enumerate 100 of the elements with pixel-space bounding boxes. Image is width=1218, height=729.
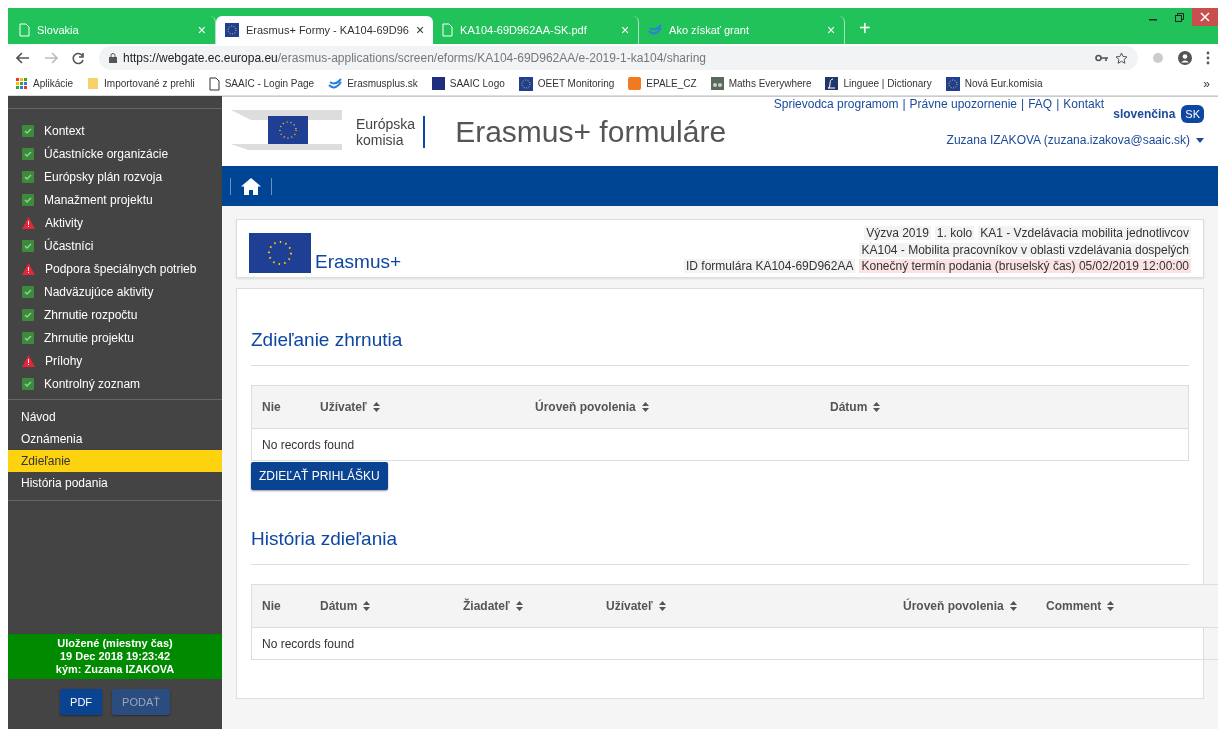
share-button[interactable]: ZDIEĽAŤ PRIHLÁŠKU: [251, 462, 388, 490]
sidebar-link[interactable]: Návod: [8, 406, 222, 428]
column-header: Nie: [262, 599, 282, 613]
address-bar[interactable]: https://webgate.ec.europa.eu/erasmus-applications/screen/eforms/KA104-69D962AA/e-2019-1-ka104/sharing: [99, 46, 1138, 70]
more-bookmarks[interactable]: »: [1203, 76, 1210, 91]
section-link[interactable]: Podpora špeciálnych potrieb: [22, 259, 222, 278]
column-header[interactable]: Dátum: [320, 599, 463, 613]
column-header: Nie: [262, 400, 282, 414]
section-link[interactable]: Zhrnutie projektu: [22, 328, 222, 347]
app-title: Erasmus+ formuláre: [455, 114, 727, 149]
sidebar-link[interactable]: Zdieľanie: [8, 450, 222, 472]
column-header[interactable]: Žiadateľ: [463, 599, 606, 613]
flag-icon: [249, 233, 311, 273]
top-link[interactable]: Kontakt: [1063, 97, 1104, 111]
apps-icon: [16, 77, 28, 90]
back-icon[interactable]: [16, 52, 30, 64]
separator: |: [1021, 97, 1025, 111]
sidebar-link[interactable]: Oznámenia: [8, 428, 222, 450]
key-icon[interactable]: [1095, 54, 1109, 62]
section-link[interactable]: Kontrolný zoznam: [22, 374, 222, 393]
home-icon[interactable]: [230, 177, 272, 195]
section-link[interactable]: Kontext: [22, 121, 222, 140]
document-icon: [208, 76, 220, 91]
section-link[interactable]: Účastníci: [22, 236, 222, 255]
saved-status: Uložené (miestny čas) 19 Dec 2018 19:23:42 kým: Zuzana IZAKOVA: [8, 634, 222, 679]
language-label[interactable]: slovenčina: [1113, 107, 1176, 121]
account-icon[interactable]: [1178, 51, 1192, 65]
square-icon: [431, 77, 445, 90]
check-icon: [22, 193, 34, 206]
document-icon: [442, 23, 454, 37]
bookmark[interactable]: Aplikácie: [16, 77, 74, 90]
column-header[interactable]: Úroveň povolenia: [903, 599, 1046, 613]
separator: |: [1056, 97, 1060, 111]
form-info-text: KA104 - Mobilita pracovníkov v oblasti vzdelávania dospelých: [859, 242, 1191, 257]
check-icon: [22, 170, 34, 183]
top-link[interactable]: Sprievodca programom: [773, 97, 899, 111]
column-header[interactable]: Dátum: [830, 400, 1030, 414]
swoosh-icon: [648, 23, 663, 37]
top-link[interactable]: FAQ: [1028, 97, 1053, 111]
script-l-icon: [825, 77, 839, 90]
check-icon: [22, 147, 34, 160]
column-header[interactable]: Úroveň povolenia: [535, 400, 830, 414]
column-header[interactable]: Comment: [1046, 599, 1176, 613]
menu-icon[interactable]: [1206, 51, 1210, 65]
section-link[interactable]: Európsky plán rozvoja: [22, 167, 222, 186]
document-icon: [19, 23, 30, 37]
bookmark[interactable]: SAAIC Logo: [431, 77, 505, 90]
close-window-icon[interactable]: [1192, 8, 1218, 26]
warning-icon: [22, 354, 35, 367]
form-info-text: KA1 - Vzdelávacia mobilita jednotlivcov: [978, 226, 1191, 241]
section-link[interactable]: Účastnícke organizácie: [22, 144, 222, 163]
reload-icon[interactable]: [72, 51, 85, 65]
column-header[interactable]: Užívateľ: [320, 400, 535, 414]
check-icon: [22, 239, 34, 252]
check-icon: [22, 124, 34, 137]
bookmark[interactable]: Linguee | Dictionary: [825, 77, 932, 90]
section-title: História zdieľania: [251, 528, 1189, 565]
star-icon[interactable]: [1115, 51, 1128, 65]
bookmark[interactable]: OEET Monitoring: [518, 76, 615, 91]
sidebar-button[interactable]: PDF: [60, 689, 103, 715]
section-link[interactable]: Zhrnutie rozpočtu: [22, 305, 222, 324]
lock-icon: [109, 53, 117, 63]
flag-icon: [225, 23, 239, 37]
bookmark[interactable]: SAAIC - Login Page: [208, 76, 315, 91]
bookmark[interactable]: Nová Eur.komisia: [945, 76, 1043, 91]
column-header[interactable]: Užívateľ: [606, 599, 903, 613]
flag-icon: [518, 76, 533, 91]
close-icon[interactable]: ×: [415, 22, 425, 38]
brand-name: Erasmus+: [315, 251, 402, 273]
form-info-text: ID formulára KA104-69D962AA: [684, 259, 856, 273]
section-link[interactable]: Prílohy: [22, 351, 222, 370]
sidebar-link[interactable]: História podania: [8, 472, 222, 494]
separator: |: [902, 97, 906, 111]
swoosh-icon: [328, 76, 343, 91]
bookmark[interactable]: Erasmusplus.sk: [328, 76, 418, 91]
form-info-text: Konečný termín podania (bruselský čas) 05/02/2019 12:00:00: [859, 259, 1191, 273]
warning-icon: [22, 216, 35, 229]
form-info-text: Výzva 2019: [864, 226, 931, 241]
check-icon: [22, 285, 34, 298]
logo-text: Európska komisia: [348, 115, 426, 148]
check-icon: [22, 331, 34, 344]
empty-message: No records found: [261, 436, 356, 454]
browser-tab[interactable]: Erasmus+ Formy - KA104-69D96 ×: [216, 16, 434, 44]
bookmark[interactable]: Importované z prehli: [87, 77, 195, 90]
check-icon: [22, 377, 34, 390]
section-link[interactable]: Aktivity: [22, 213, 222, 232]
flag-icon: [945, 76, 960, 91]
language-code[interactable]: SK: [1181, 105, 1204, 123]
form-info-text: 1. kolo: [934, 226, 975, 241]
bookmark[interactable]: EPALE_CZ: [628, 77, 697, 90]
warning-icon: [22, 262, 35, 275]
bookmark[interactable]: Maths Everywhere: [710, 77, 812, 90]
section-title: Zdieľanie zhrnutia: [251, 329, 1189, 366]
user-menu[interactable]: Zuzana IZAKOVA (zuzana.izakova@saaic.sk): [946, 133, 1204, 147]
section-link[interactable]: Nadväzujúce aktivity: [22, 282, 222, 301]
caret-icon: [1196, 137, 1204, 143]
section-link[interactable]: Manažment projektu: [22, 190, 222, 209]
check-icon: [22, 308, 34, 321]
top-link[interactable]: Právne upozornenie: [909, 97, 1018, 111]
empty-message: No records found: [261, 635, 356, 653]
